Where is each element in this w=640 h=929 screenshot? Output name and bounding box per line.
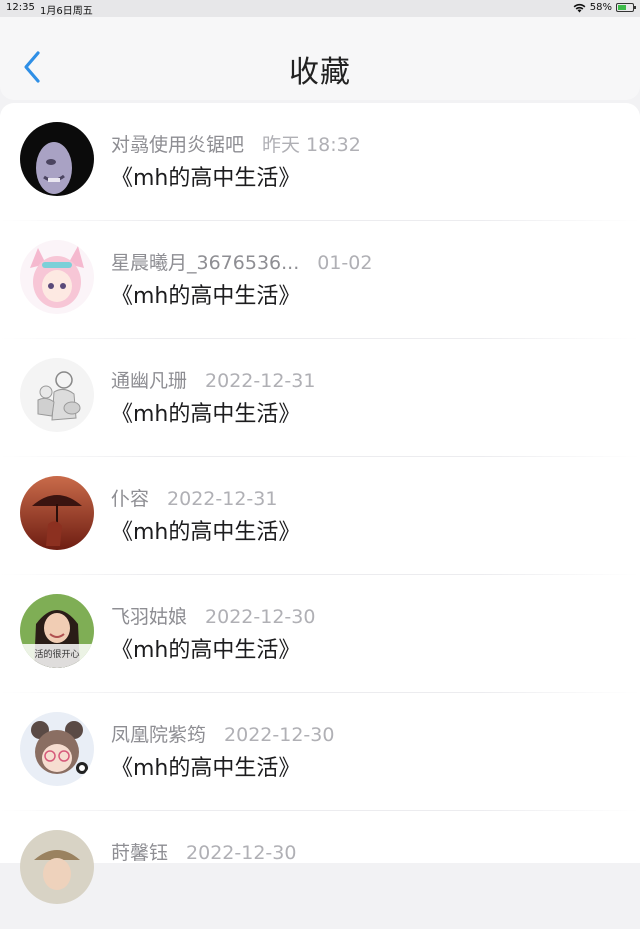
favorites-list: 对骉使用炎锯吧 昨天 18:32 《mh的高中生活》 星晨曦月_3676536..… (0, 103, 640, 904)
avatar[interactable] (20, 476, 94, 550)
item-meta: 凤凰院紫筠 2022-12-30 (111, 720, 334, 747)
avatar-caption: 活的很开心 (34, 648, 79, 660)
item-date: 2022-12-30 (205, 606, 316, 628)
username[interactable]: 飞羽姑娘 (111, 606, 187, 628)
avatar[interactable] (20, 358, 94, 432)
list-item[interactable]: 仆容 2022-12-31 《mh的高中生活》 (0, 457, 640, 575)
username[interactable]: 仆容 (111, 488, 149, 510)
status-bar: 12:35 1月6日周五 58% (0, 0, 640, 17)
book-title[interactable]: 《mh的高中生活》 (111, 514, 300, 546)
username[interactable]: 莳馨钰 (111, 842, 168, 864)
avatar[interactable] (20, 122, 94, 196)
item-meta: 通幽凡珊 2022-12-31 (111, 366, 315, 393)
page-title: 收藏 (289, 55, 351, 90)
item-date: 昨天 18:32 (262, 134, 361, 156)
book-title[interactable]: 《mh的高中生活》 (111, 160, 300, 192)
book-title[interactable]: 《mh的高中生活》 (111, 396, 300, 428)
item-date: 01-02 (317, 252, 373, 274)
list-item[interactable]: 对骉使用炎锯吧 昨天 18:32 《mh的高中生活》 (0, 103, 640, 221)
item-date: 2022-12-31 (167, 488, 278, 510)
item-meta: 飞羽姑娘 2022-12-30 (111, 602, 315, 629)
username[interactable]: 星晨曦月_3676536... (111, 252, 299, 274)
status-date: 1月6日周五 (40, 6, 93, 17)
book-title[interactable]: 《mh的高中生活》 (111, 750, 300, 782)
book-title[interactable]: 《mh的高中生活》 (111, 632, 300, 664)
list-item[interactable]: 星晨曦月_3676536... 01-02 《mh的高中生活》 (0, 221, 640, 339)
list-item[interactable]: 凤凰院紫筠 2022-12-30 《mh的高中生活》 (0, 693, 640, 811)
avatar[interactable] (20, 712, 94, 786)
list-item[interactable]: 活的很开心 飞羽姑娘 2022-12-30 《mh的高中生活》 (0, 575, 640, 693)
item-meta: 对骉使用炎锯吧 昨天 18:32 (111, 130, 361, 157)
item-date: 2022-12-30 (224, 724, 335, 746)
username[interactable]: 凤凰院紫筠 (111, 724, 206, 746)
battery-charging-icon (616, 3, 636, 12)
item-meta: 莳馨钰 2022-12-30 (111, 838, 296, 865)
battery-percent: 58% (589, 2, 612, 13)
item-date: 2022-12-30 (186, 842, 297, 864)
avatar[interactable]: 活的很开心 (20, 594, 94, 668)
avatar[interactable] (20, 830, 94, 904)
book-title[interactable]: 《mh的高中生活》 (111, 278, 300, 310)
status-right: 58% (573, 2, 636, 13)
wifi-icon (573, 3, 586, 12)
list-item[interactable]: 莳馨钰 2022-12-30 (0, 811, 640, 929)
avatar[interactable] (20, 240, 94, 314)
username[interactable]: 通幽凡珊 (111, 370, 187, 392)
status-time: 12:35 (6, 2, 35, 13)
navigation-bar: 收藏 (0, 17, 640, 100)
item-meta: 仆容 2022-12-31 (111, 484, 277, 511)
list-item[interactable]: 通幽凡珊 2022-12-31 《mh的高中生活》 (0, 339, 640, 457)
item-meta: 星晨曦月_3676536... 01-02 (111, 248, 372, 275)
username[interactable]: 对骉使用炎锯吧 (111, 134, 244, 156)
item-date: 2022-12-31 (205, 370, 316, 392)
